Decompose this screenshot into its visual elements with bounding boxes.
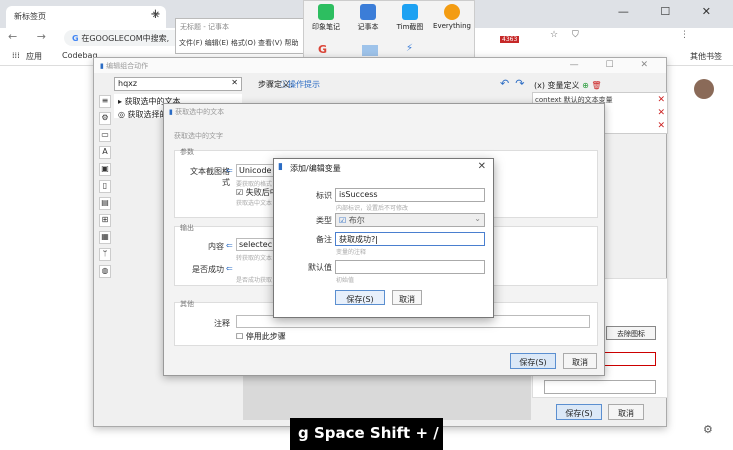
- undo-redo-icons[interactable]: ↶↷: [500, 77, 530, 90]
- evernote-icon: [318, 4, 334, 20]
- launch-notepad[interactable]: 记事本: [348, 4, 388, 32]
- note-input[interactable]: 获取成功?|: [335, 232, 485, 246]
- comment-label: 注释: [214, 319, 230, 328]
- clipboard-icon[interactable]: ▯: [99, 180, 111, 193]
- search-input[interactable]: hqxz ✕: [114, 77, 242, 91]
- arrow-icon: ⇐: [226, 166, 233, 175]
- operation-hint-link[interactable]: ⓘ操作提示: [280, 79, 320, 90]
- text-format-label: 文本截图格式: [190, 167, 230, 187]
- default-input[interactable]: [335, 260, 485, 274]
- success-label: 是否成功: [192, 265, 224, 274]
- text-icon[interactable]: A: [99, 146, 111, 159]
- arrow-icon: ⇐: [226, 264, 233, 273]
- other-label: 其他: [180, 300, 194, 308]
- avatar[interactable]: [694, 79, 714, 99]
- gear-icon[interactable]: ⚙: [99, 112, 111, 125]
- lightning-icon[interactable]: ⚡: [406, 43, 413, 54]
- omnibox-text: 在GOOGLECOM中搜索,: [81, 34, 170, 43]
- close-icon[interactable]: ✕: [478, 161, 486, 172]
- magnifier-icon: [444, 4, 460, 20]
- main-window-controls[interactable]: — ☐ ✕: [570, 60, 660, 70]
- dialog-title: ▮ 获取选中的文本: [169, 108, 225, 116]
- default-hint: 初始值: [336, 277, 355, 284]
- tab-title: 新标签页: [14, 12, 46, 21]
- delete-icon[interactable]: ✕: [657, 108, 665, 118]
- browser-tab[interactable]: 新标签页 ✕: [6, 6, 166, 28]
- mail-badge[interactable]: 4363: [500, 36, 520, 43]
- other-bookmarks[interactable]: 其他书签: [690, 51, 722, 62]
- delete-icon[interactable]: ✕: [657, 121, 665, 131]
- windows-icon[interactable]: ⊞: [99, 214, 111, 227]
- arrow-icon: ⇐: [226, 241, 233, 250]
- output-label: 输出: [180, 224, 194, 232]
- star-icon[interactable]: ☆: [550, 30, 558, 40]
- remove-icon-button[interactable]: 去除图标: [606, 326, 656, 340]
- app-logo-icon: ▮: [278, 162, 283, 172]
- bookmark-apps[interactable]: 应用: [26, 51, 42, 62]
- menu-icon[interactable]: ⋮: [680, 30, 689, 40]
- folder-icon[interactable]: [362, 45, 378, 56]
- delete-icon[interactable]: ✕: [657, 95, 665, 105]
- fail-hint: 获取选中文本: [236, 200, 273, 207]
- window-controls[interactable]: — ☐ ✕: [618, 5, 725, 18]
- launch-evernote[interactable]: 印象笔记: [306, 4, 346, 32]
- note-label: 备注: [316, 235, 332, 244]
- app-launcher: 印象笔记 记事本 Tim截图 Everything G ⚡: [303, 0, 475, 60]
- new-tab-button[interactable]: +: [150, 7, 161, 22]
- notepad-window[interactable]: 无标题 - 记事本 文件(F) 编辑(E) 格式(O) 查看(V) 帮助: [175, 18, 305, 54]
- save-button[interactable]: 保存(S): [510, 353, 556, 369]
- save-button[interactable]: 保存(S): [335, 290, 385, 305]
- main-title: 编辑组合动作: [106, 62, 149, 70]
- default-label: 默认值: [308, 263, 332, 272]
- image-icon[interactable]: ▣: [99, 163, 111, 176]
- keystroke-overlay: g Space Shift + /: [290, 418, 443, 450]
- notepad-icon: [360, 4, 376, 20]
- clear-icon[interactable]: ✕: [231, 78, 238, 87]
- apps-icon[interactable]: ⁞⁞⁞: [12, 51, 20, 60]
- list-icon[interactable]: ≡: [99, 95, 111, 108]
- type-label: 类型: [316, 216, 332, 225]
- shield-icon[interactable]: ⛉: [572, 30, 579, 40]
- content-label: 内容: [208, 242, 224, 251]
- chevron-down-icon: ⌄: [474, 214, 481, 223]
- cancel-button[interactable]: 取消: [392, 290, 422, 305]
- tool-sidebar: ≡ ⚙ ▭ A ▣ ▯ ▤ ⊞ ▦ ᛘ ◍: [99, 95, 112, 282]
- success-hint: 是否成功获取: [236, 277, 273, 284]
- id-input[interactable]: isSuccess: [335, 188, 485, 202]
- branch-icon[interactable]: ᛘ: [99, 248, 111, 261]
- launch-everything[interactable]: Everything: [432, 4, 472, 30]
- content-hint: 转获取的文本: [236, 255, 273, 262]
- add-edit-variable-dialog: ▮ 添加/编辑变量 ✕ 标识 isSuccess 内部标识，设置后不可修改 类型…: [273, 158, 494, 318]
- disable-step-checkbox[interactable]: ☐ 停用此步骤: [236, 331, 286, 342]
- type-select[interactable]: ☑ 布尔 ⌄: [335, 213, 485, 227]
- delete-icon[interactable]: 🗑: [591, 81, 601, 90]
- dialog-title: 添加/编辑变量: [290, 164, 341, 173]
- launch-tim[interactable]: Tim截图: [390, 4, 430, 32]
- check-icon: ☑: [339, 216, 347, 225]
- file-icon[interactable]: ▤: [99, 197, 111, 210]
- extension-icons[interactable]: 4363 ☆ ⛉ ⋮: [490, 30, 690, 46]
- globe-icon[interactable]: ◍: [99, 265, 111, 278]
- dialog-subtitle: 获取选中的文字: [174, 132, 223, 140]
- camera-icon: [402, 4, 418, 20]
- window-icon[interactable]: ▭: [99, 129, 111, 142]
- id-hint: 内部标识，设置后不可修改: [336, 205, 409, 212]
- calc-icon[interactable]: ▦: [99, 231, 111, 244]
- note-hint: 变量的注释: [336, 249, 367, 256]
- params-label: 参数: [180, 148, 194, 156]
- cancel-button[interactable]: 取消: [563, 353, 597, 369]
- text-field[interactable]: [544, 380, 656, 394]
- variable-definition-label: (x) 变量定义 ⊕ 🗑: [534, 81, 602, 90]
- google-icon[interactable]: G: [318, 43, 327, 56]
- google-icon: G: [72, 34, 82, 43]
- cancel-button[interactable]: 取消: [608, 404, 644, 420]
- add-icon[interactable]: ⊕: [582, 81, 589, 90]
- text-cursor: |: [375, 235, 378, 244]
- notepad-menu[interactable]: 文件(F) 编辑(E) 格式(O) 查看(V) 帮助: [179, 38, 299, 48]
- gear-icon[interactable]: ⚙: [703, 423, 713, 436]
- save-button[interactable]: 保存(S): [556, 404, 602, 420]
- id-label: 标识: [316, 191, 332, 200]
- notepad-title: 无标题 - 记事本: [180, 23, 229, 31]
